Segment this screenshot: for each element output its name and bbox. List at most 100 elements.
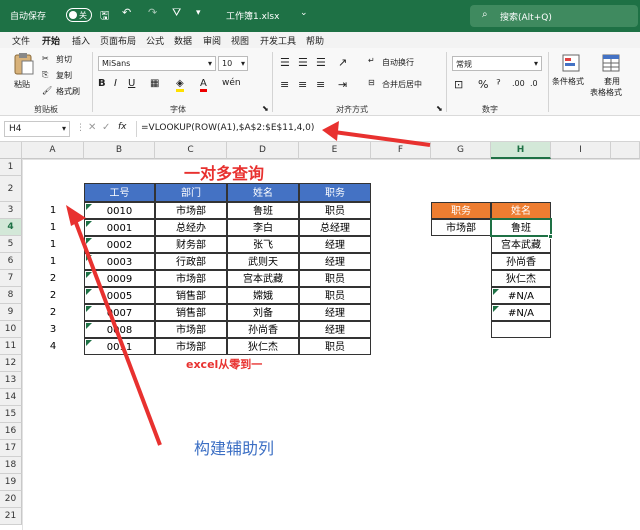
row-header[interactable]: 7: [0, 270, 22, 287]
select-all-corner[interactable]: [0, 142, 22, 159]
tab-review[interactable]: 审阅: [203, 34, 221, 47]
row-header[interactable]: 4: [0, 219, 22, 236]
row-header[interactable]: 10: [0, 321, 22, 338]
paste-button[interactable]: 粘贴: [10, 52, 38, 96]
font-name-select[interactable]: MiSans ▾: [98, 56, 216, 71]
helper-cell[interactable]: 2: [22, 304, 84, 321]
table-cell-name[interactable]: 狄仁杰: [227, 338, 299, 355]
tab-page-layout[interactable]: 页面布局: [100, 34, 136, 47]
format-as-table-button[interactable]: 套用 表格格式: [590, 54, 632, 102]
table-cell-department[interactable]: 市场部: [155, 338, 227, 355]
lookup-result-cell[interactable]: #N/A: [491, 304, 551, 321]
table-cell-name[interactable]: 李白: [227, 219, 299, 236]
row-header[interactable]: 15: [0, 406, 22, 423]
table-cell-department[interactable]: 市场部: [155, 321, 227, 338]
align-middle-icon[interactable]: ☰: [298, 56, 308, 69]
row-header[interactable]: 17: [0, 440, 22, 457]
table-cell-id[interactable]: 0007: [84, 304, 155, 321]
indent-icon[interactable]: ⇥: [338, 78, 347, 91]
customize-quick-access-icon[interactable]: ▾: [196, 8, 201, 18]
table-cell-department[interactable]: 财务部: [155, 236, 227, 253]
cut-button[interactable]: 剪切: [56, 54, 72, 65]
font-color-icon[interactable]: A: [200, 78, 207, 92]
undo-icon[interactable]: ↶: [122, 6, 131, 19]
orientation-icon[interactable]: ↗: [338, 56, 347, 69]
table-cell-position[interactable]: 经理: [299, 236, 371, 253]
options-icon[interactable]: ⋮: [76, 123, 85, 133]
tab-file[interactable]: 文件: [12, 34, 30, 47]
table-cell-name[interactable]: 孙尚香: [227, 321, 299, 338]
table-cell-department[interactable]: 总经办: [155, 219, 227, 236]
wrap-text-button[interactable]: 自动换行: [382, 57, 414, 68]
table-cell-position[interactable]: 总经理: [299, 219, 371, 236]
column-header-c[interactable]: C: [155, 142, 227, 159]
fill-handle[interactable]: [548, 234, 553, 239]
lookup-header-name[interactable]: 姓名: [491, 202, 551, 219]
column-header-j[interactable]: [611, 142, 640, 159]
helper-cell[interactable]: 1: [22, 253, 84, 270]
table-cell-position[interactable]: 经理: [299, 253, 371, 270]
bold-icon[interactable]: B: [98, 78, 106, 89]
column-header-f[interactable]: F: [371, 142, 431, 159]
row-header[interactable]: 18: [0, 457, 22, 474]
column-header-i[interactable]: I: [551, 142, 611, 159]
lookup-result-cell[interactable]: [491, 321, 551, 338]
row-header[interactable]: 1: [0, 159, 22, 176]
table-cell-position[interactable]: 职员: [299, 202, 371, 219]
align-right-icon[interactable]: ≡: [316, 78, 325, 91]
save-icon[interactable]: 🖫: [100, 7, 109, 26]
tab-data[interactable]: 数据: [174, 34, 192, 47]
font-size-select[interactable]: 10 ▾: [218, 56, 248, 71]
column-header-b[interactable]: B: [84, 142, 155, 159]
title-dropdown-icon[interactable]: ⌄: [300, 8, 308, 18]
table-header-department[interactable]: 部门: [155, 183, 227, 202]
comma-style-icon[interactable]: ˀ: [496, 78, 501, 93]
table-header-id[interactable]: 工号: [84, 183, 155, 202]
table-cell-position[interactable]: 职员: [299, 287, 371, 304]
increase-decimal-icon[interactable]: .00: [512, 79, 525, 88]
helper-cell[interactable]: 2: [22, 270, 84, 287]
lookup-result-cell[interactable]: 狄仁杰: [491, 270, 551, 287]
table-cell-id[interactable]: 0002: [84, 236, 155, 253]
align-bottom-icon[interactable]: ☰: [316, 56, 326, 69]
conditional-format-button[interactable]: 条件格式: [552, 54, 590, 98]
table-cell-id[interactable]: 0008: [84, 321, 155, 338]
percent-icon[interactable]: %: [478, 78, 488, 91]
redo-icon[interactable]: ↷: [148, 6, 157, 19]
table-cell-name[interactable]: 张飞: [227, 236, 299, 253]
table-cell-id[interactable]: 0010: [84, 202, 155, 219]
table-header-name[interactable]: 姓名: [227, 183, 299, 202]
search-box[interactable]: ⌕ 搜索(Alt+Q): [470, 5, 638, 27]
helper-cell[interactable]: 2: [22, 287, 84, 304]
column-header-a[interactable]: A: [22, 142, 84, 159]
table-header-position[interactable]: 职务: [299, 183, 371, 202]
table-cell-name[interactable]: 嫦娥: [227, 287, 299, 304]
currency-icon[interactable]: ⊡: [454, 78, 463, 91]
font-dialog-launcher-icon[interactable]: ⬊: [262, 104, 269, 113]
table-cell-position[interactable]: 职员: [299, 270, 371, 287]
phonetic-icon[interactable]: wén: [222, 78, 241, 88]
table-cell-name[interactable]: 武则天: [227, 253, 299, 270]
copy-button[interactable]: 复制: [56, 70, 72, 81]
helper-cell[interactable]: 4: [22, 338, 84, 355]
tab-insert[interactable]: 插入: [72, 34, 90, 47]
column-header-e[interactable]: E: [299, 142, 371, 159]
table-cell-id[interactable]: 0011: [84, 338, 155, 355]
align-left-icon[interactable]: ≡: [280, 78, 289, 91]
tab-formulas[interactable]: 公式: [146, 34, 164, 47]
lookup-result-cell[interactable]: 宫本武藏: [491, 236, 551, 253]
row-header[interactable]: 9: [0, 304, 22, 321]
table-cell-name[interactable]: 刘备: [227, 304, 299, 321]
row-header[interactable]: 3: [0, 202, 22, 219]
table-cell-department[interactable]: 销售部: [155, 304, 227, 321]
italic-icon[interactable]: I: [114, 78, 117, 89]
name-box[interactable]: H4 ▾: [4, 121, 70, 137]
row-header[interactable]: 6: [0, 253, 22, 270]
merge-center-button[interactable]: 合并后居中: [382, 79, 422, 90]
table-cell-name[interactable]: 宫本武藏: [227, 270, 299, 287]
table-cell-department[interactable]: 市场部: [155, 202, 227, 219]
row-header[interactable]: 8: [0, 287, 22, 304]
table-cell-id[interactable]: 0009: [84, 270, 155, 287]
format-painter-button[interactable]: 格式刷: [56, 86, 80, 97]
align-top-icon[interactable]: ☰: [280, 56, 290, 69]
